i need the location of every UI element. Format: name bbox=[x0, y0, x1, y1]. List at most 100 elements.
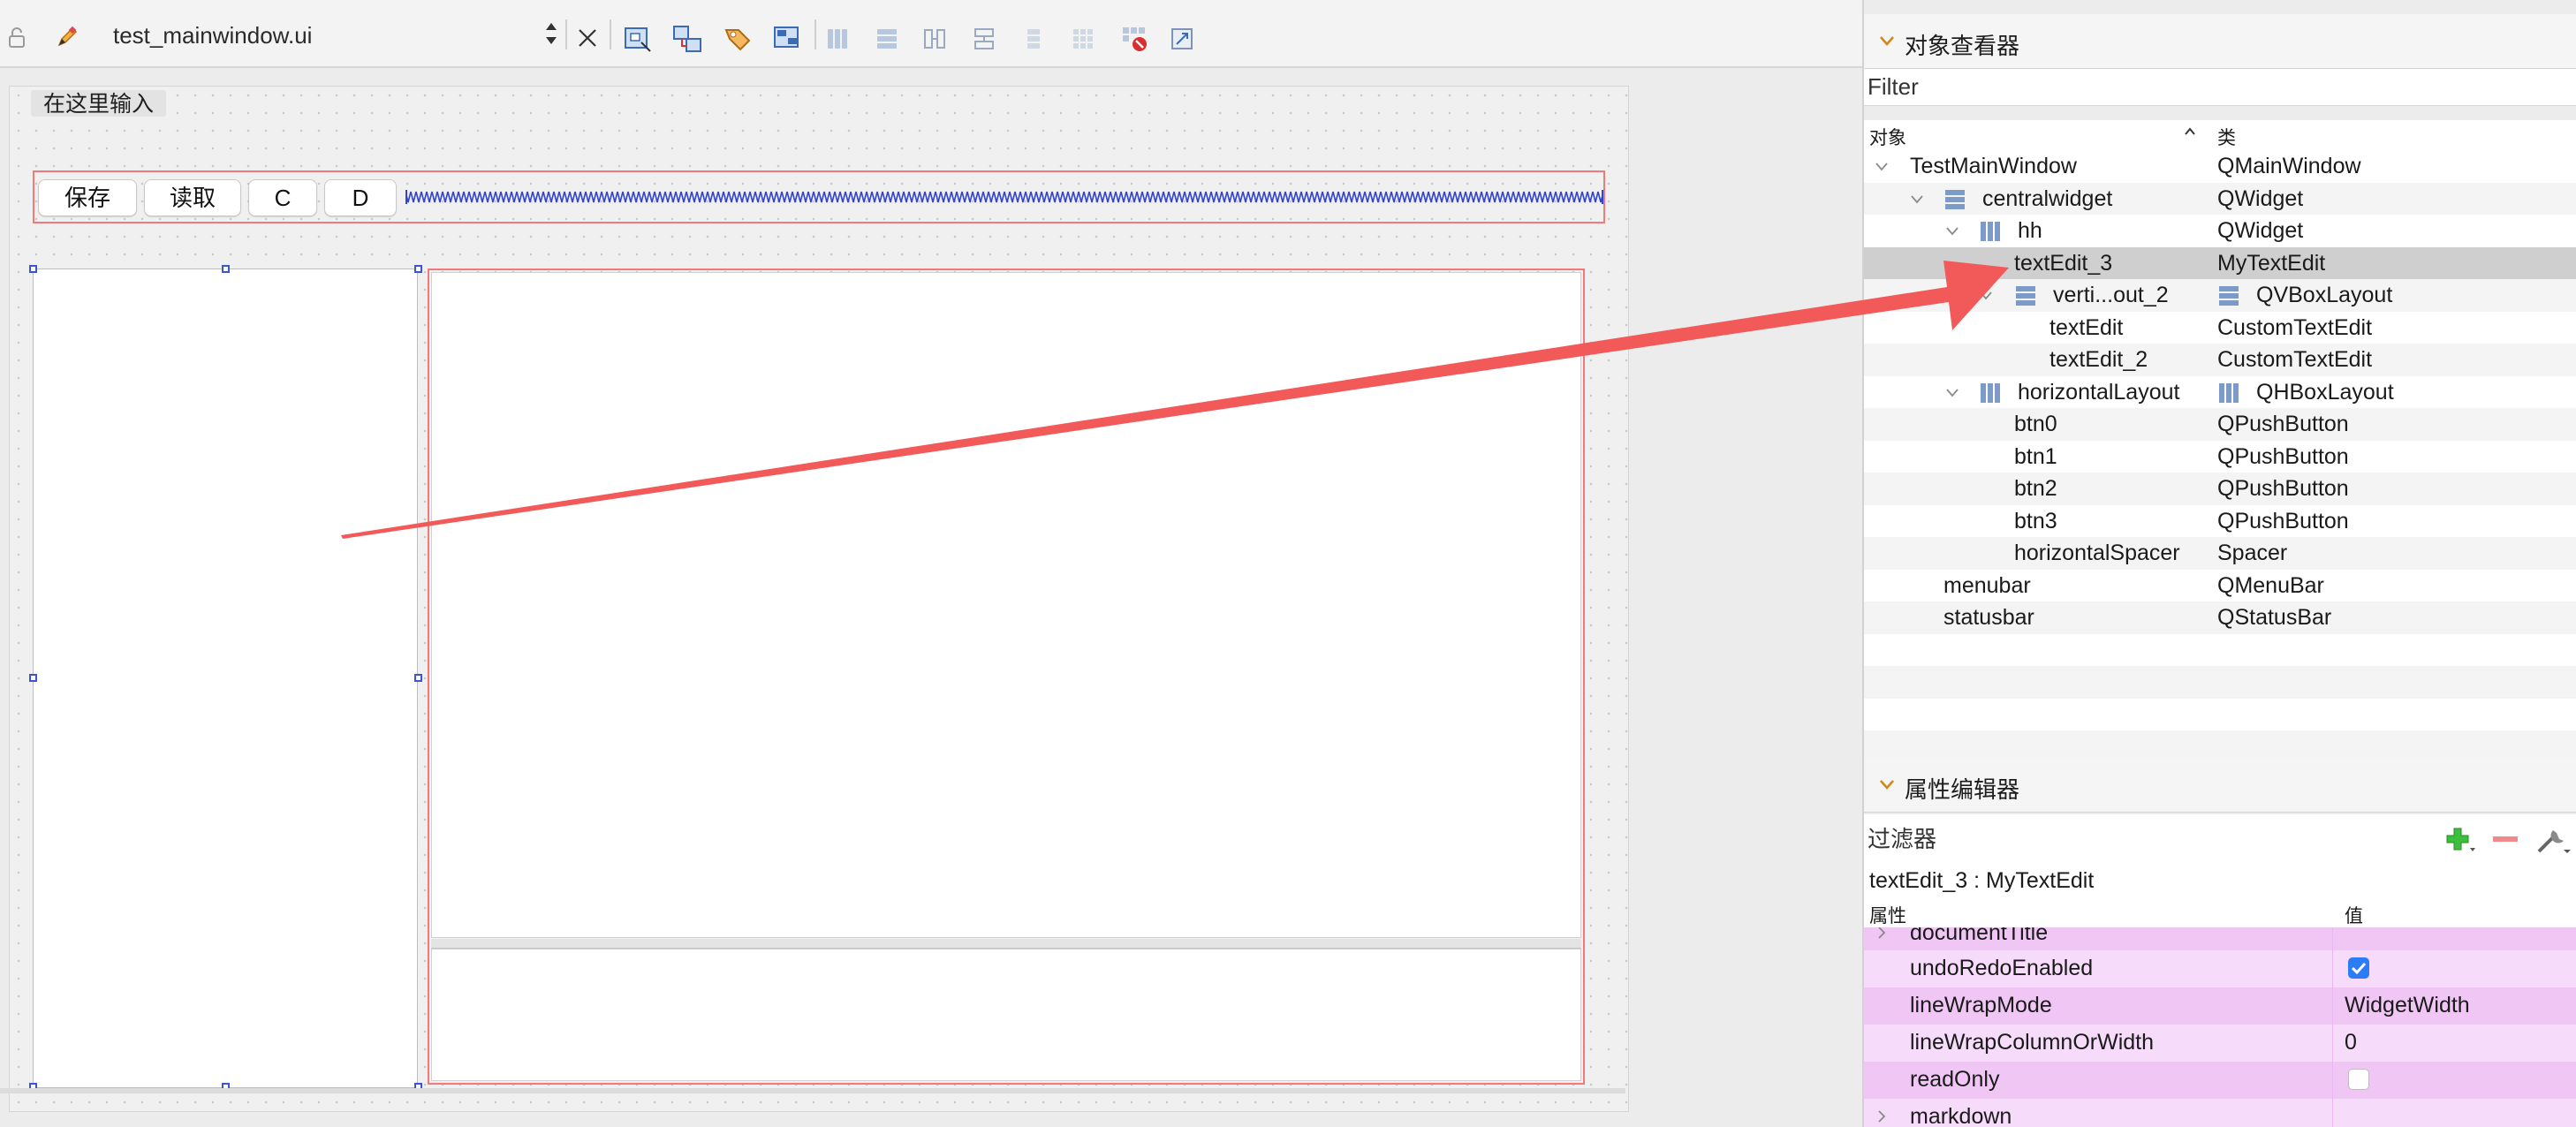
save-button[interactable]: 保存 bbox=[38, 179, 137, 216]
chevron-down-icon[interactable] bbox=[1876, 774, 1898, 795]
property-name: undoRedoEnabled bbox=[1910, 956, 2094, 980]
button-c[interactable]: C bbox=[248, 179, 317, 216]
property-name: lineWrapColumnOrWidth bbox=[1910, 1030, 2155, 1055]
tree-object-name: horizontalLayout bbox=[2018, 379, 2180, 405]
resize-handle[interactable] bbox=[414, 265, 422, 273]
object-inspector-header[interactable]: 对象查看器 bbox=[1864, 14, 2576, 69]
vertical-layout[interactable] bbox=[428, 269, 1585, 1085]
property-filter-input[interactable] bbox=[1864, 821, 2436, 857]
button-d[interactable]: D bbox=[324, 179, 397, 216]
tree-row[interactable]: verti...out_2 QVBoxLayout bbox=[1864, 279, 2576, 312]
tree-object-name: horizontalSpacer bbox=[2014, 541, 2180, 565]
form-editor-area: 在这里输入 保存 读取 C D bbox=[0, 68, 1860, 1127]
chevron-down-icon[interactable] bbox=[1876, 30, 1898, 51]
chevron-down-icon[interactable] bbox=[1945, 225, 1959, 238]
tree-class-name: QStatusBar bbox=[2217, 605, 2332, 630]
vertical-splitter-icon[interactable] bbox=[972, 26, 996, 51]
tree-row[interactable]: textEdit CustomTextEdit bbox=[1864, 312, 2576, 344]
tree-row[interactable]: menubar QMenuBar bbox=[1864, 570, 2576, 602]
close-icon[interactable] bbox=[576, 26, 599, 49]
column-class[interactable]: 类 bbox=[2217, 124, 2236, 150]
lay-out-vertically-icon[interactable] bbox=[875, 26, 899, 51]
tree-row[interactable]: btn3 QPushButton bbox=[1864, 505, 2576, 538]
tree-object-name: menubar bbox=[1943, 572, 2031, 598]
resize-handle[interactable] bbox=[29, 674, 37, 682]
tree-object-name: textEdit_2 bbox=[2049, 347, 2148, 372]
property-row[interactable]: lineWrapColumnOrWidth 0 bbox=[1864, 1025, 2576, 1062]
tree-object-name: TestMainWindow bbox=[1910, 154, 2077, 178]
tree-row[interactable]: horizontalLayout QHBoxLayout bbox=[1864, 376, 2576, 409]
text-edit-3[interactable] bbox=[33, 269, 418, 1088]
property-row[interactable]: undoRedoEnabled bbox=[1864, 950, 2576, 987]
object-filter-input[interactable] bbox=[1864, 69, 2576, 106]
chevron-down-icon[interactable] bbox=[1875, 161, 1889, 173]
tree-row[interactable]: hh QWidget bbox=[1864, 215, 2576, 247]
splitter-handle[interactable] bbox=[431, 939, 1581, 949]
chevron-right-icon[interactable] bbox=[1876, 927, 1887, 940]
read-only-checkbox[interactable] bbox=[2348, 1069, 2369, 1090]
tree-class-name: QVBoxLayout bbox=[2256, 283, 2393, 307]
remove-property-icon[interactable] bbox=[2486, 821, 2527, 857]
tree-row[interactable]: btn1 QPushButton bbox=[1864, 441, 2576, 473]
configure-icon[interactable] bbox=[2532, 821, 2572, 857]
tree-row[interactable]: btn2 QPushButton bbox=[1864, 473, 2576, 505]
read-button[interactable]: 读取 bbox=[144, 179, 241, 216]
property-row[interactable]: lineWrapMode WidgetWidth bbox=[1864, 987, 2576, 1025]
tree-object-name: textEdit_3 bbox=[2014, 250, 2113, 276]
horizontal-layout[interactable]: 保存 读取 C D bbox=[33, 170, 1605, 223]
column-value[interactable]: 值 bbox=[2345, 902, 2363, 928]
column-property[interactable]: 属性 bbox=[1869, 902, 1906, 928]
tree-class-name: QHBoxLayout bbox=[2256, 379, 2394, 405]
horizontal-splitter-icon[interactable] bbox=[922, 26, 947, 51]
tree-row[interactable]: textEdit_2 CustomTextEdit bbox=[1864, 344, 2576, 376]
property-value[interactable]: 0 bbox=[2345, 1030, 2357, 1055]
tree-row[interactable]: btn0 QPushButton bbox=[1864, 408, 2576, 441]
text-edit[interactable] bbox=[431, 272, 1581, 938]
property-row[interactable]: readOnly bbox=[1864, 1062, 2576, 1099]
buddy-editing-mode-icon[interactable] bbox=[723, 23, 754, 55]
property-editor-header[interactable]: 属性编辑器 bbox=[1864, 758, 2576, 813]
tree-row[interactable]: centralwidget QWidget bbox=[1864, 182, 2576, 215]
chevron-down-icon[interactable] bbox=[1979, 290, 1993, 302]
column-object[interactable]: 对象 bbox=[1869, 124, 1906, 150]
property-name: lineWrapMode bbox=[1910, 993, 2052, 1017]
chevron-right-icon[interactable] bbox=[1876, 1109, 1887, 1123]
file-name: test_mainwindow.ui bbox=[113, 22, 313, 49]
tab-order-mode-icon[interactable] bbox=[772, 23, 804, 55]
resize-handle[interactable] bbox=[222, 265, 230, 273]
tree-class-name: MyTextEdit bbox=[2217, 250, 2326, 276]
menubar-type-here[interactable]: 在这里输入 bbox=[31, 90, 167, 117]
lock-icon[interactable] bbox=[7, 26, 27, 48]
resize-handle[interactable] bbox=[29, 265, 37, 273]
property-value[interactable]: WidgetWidth bbox=[2345, 993, 2470, 1018]
tree-object-name: statusbar bbox=[1943, 605, 2034, 630]
break-layout-icon[interactable] bbox=[1120, 25, 1148, 53]
form-layout-icon[interactable] bbox=[1025, 26, 1042, 51]
tree-row[interactable]: statusbar QStatusBar bbox=[1864, 601, 2576, 634]
lay-out-horizontally-icon[interactable] bbox=[825, 26, 850, 51]
undo-redo-checkbox[interactable] bbox=[2348, 957, 2369, 979]
widget-editing-mode-icon[interactable] bbox=[622, 23, 654, 55]
chevron-down-icon[interactable] bbox=[1910, 193, 1924, 206]
sort-ascending-icon[interactable] bbox=[2184, 127, 2196, 136]
tree-row-selected[interactable]: textEdit_3 MyTextEdit bbox=[1864, 246, 2576, 279]
adjust-size-icon[interactable] bbox=[1170, 26, 1194, 51]
canvas-scrollbar-track[interactable] bbox=[0, 1088, 1625, 1093]
file-selector[interactable]: test_mainwindow.ui bbox=[97, 14, 564, 53]
add-property-icon[interactable] bbox=[2440, 821, 2481, 857]
main-window-form[interactable]: 在这里输入 保存 读取 C D bbox=[9, 86, 1629, 1112]
signal-slot-mode-icon[interactable] bbox=[671, 23, 703, 55]
tree-empty-row bbox=[1864, 634, 2576, 667]
horizontal-spacer[interactable] bbox=[405, 190, 1603, 204]
grid-layout-icon[interactable] bbox=[1071, 26, 1095, 51]
tree-row[interactable]: TestMainWindow QMainWindow bbox=[1864, 150, 2576, 183]
tree-row[interactable]: horizontalSpacer Spacer bbox=[1864, 537, 2576, 570]
property-row[interactable]: documentTitle bbox=[1864, 927, 2576, 950]
chevron-down-icon[interactable] bbox=[1945, 387, 1959, 399]
resize-handle[interactable] bbox=[414, 674, 422, 682]
property-row[interactable]: markdown bbox=[1864, 1099, 2576, 1127]
tree-object-name: btn3 bbox=[2014, 508, 2057, 533]
text-edit-2[interactable] bbox=[431, 949, 1581, 1081]
edit-widgets-icon[interactable] bbox=[55, 25, 80, 49]
vertical-layout-icon bbox=[2016, 286, 2035, 306]
